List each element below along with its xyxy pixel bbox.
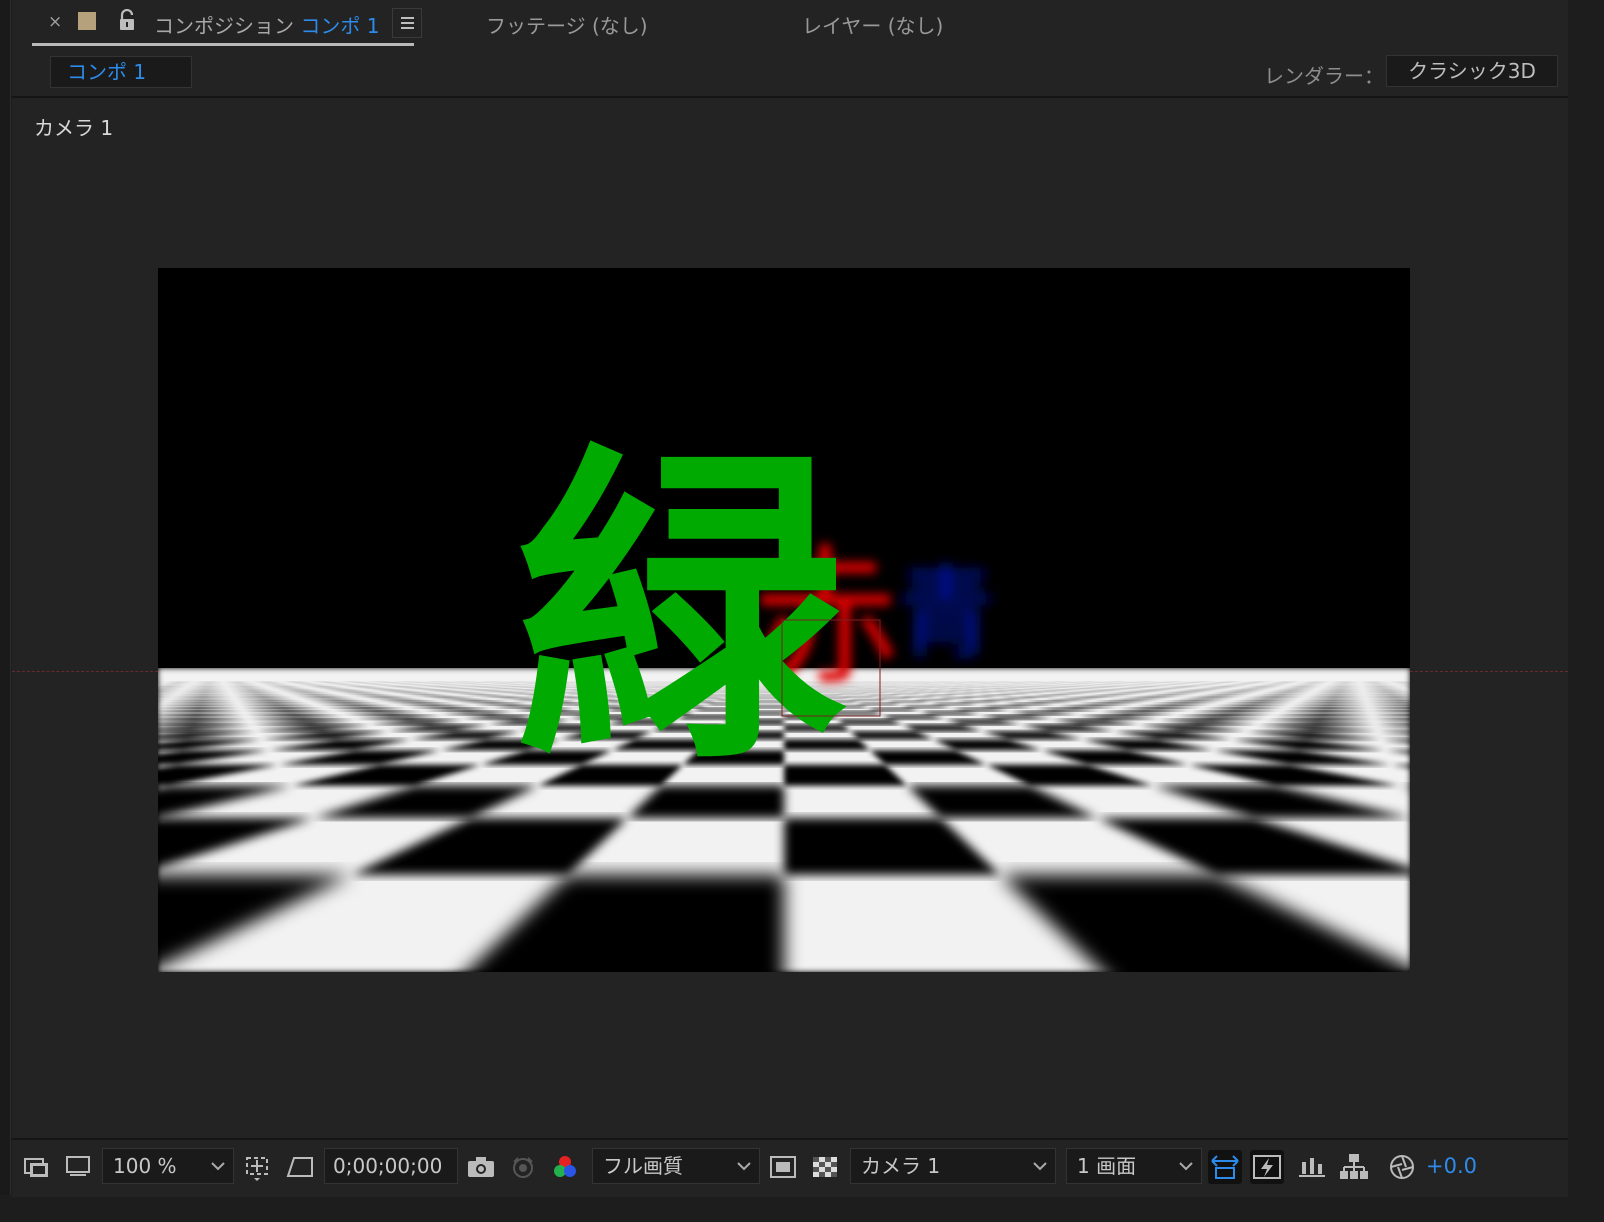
view-layout-select[interactable]: 1 画面 — [1066, 1148, 1202, 1184]
tab-title-prefix: コンポジション — [154, 14, 294, 38]
label-color-swatch[interactable] — [78, 12, 96, 30]
always-preview-icon[interactable] — [22, 1150, 50, 1184]
horizon-guide-right — [1410, 671, 1568, 672]
viewer-toolbar: 100 % 0;00;00;00 フル画質 カメラ 1 1 画面 +0.0 — [12, 1138, 1568, 1197]
comp-navigator-bar: コンポ 1 レンダラー： クラシック3D — [12, 46, 1568, 98]
mask-path-icon[interactable] — [284, 1150, 316, 1184]
current-time-field[interactable]: 0;00;00;00 — [324, 1148, 458, 1184]
timeline-icon[interactable] — [1296, 1150, 1328, 1184]
scene-text-green: 緑 — [516, 420, 851, 804]
3d-view-value: カメラ 1 — [861, 1154, 941, 1178]
panel-menu-icon[interactable] — [392, 8, 422, 38]
3d-view-select[interactable]: カメラ 1 — [850, 1148, 1056, 1184]
tab-comp-name: コンポ 1 — [300, 14, 380, 38]
monitor-icon[interactable] — [64, 1150, 92, 1184]
panel-tab-bar: × コンポジション コンポ 1 フッテージ (なし) レイヤー (なし) — [12, 0, 1568, 46]
fast-previews-icon[interactable] — [1250, 1150, 1284, 1184]
chevron-down-icon — [211, 1149, 225, 1183]
breadcrumb-comp[interactable]: コンポ 1 — [50, 56, 192, 88]
region-of-interest-icon[interactable] — [768, 1150, 798, 1184]
horizon-guide-left — [12, 671, 158, 672]
chevron-down-icon — [737, 1149, 751, 1183]
flowchart-icon[interactable] — [1338, 1150, 1370, 1184]
renderer-select[interactable]: クラシック3D — [1386, 55, 1558, 87]
snapshot-camera-icon[interactable] — [466, 1150, 496, 1184]
tab-layer[interactable]: レイヤー (なし) — [802, 10, 943, 39]
timecode-value: 0;00;00;00 — [333, 1154, 443, 1178]
transparency-grid-icon[interactable] — [810, 1150, 840, 1184]
renderer-label: レンダラー： — [1264, 64, 1384, 88]
channel-rgb-icon[interactable] — [550, 1150, 580, 1184]
zoom-select[interactable]: 100 % — [102, 1148, 234, 1184]
view-layout-value: 1 画面 — [1077, 1154, 1137, 1178]
exposure-value[interactable]: +0.0 — [1426, 1154, 1477, 1178]
zoom-value: 100 % — [113, 1154, 177, 1178]
active-camera-label: カメラ 1 — [34, 116, 114, 140]
tab-footage[interactable]: フッテージ (なし) — [486, 10, 648, 39]
resolution-value: フル画質 — [603, 1154, 683, 1178]
lock-icon[interactable] — [118, 8, 136, 35]
show-snapshot-icon[interactable] — [508, 1150, 538, 1184]
left-gutter — [0, 0, 11, 1195]
chevron-down-icon — [1179, 1149, 1193, 1183]
resolution-select[interactable]: フル画質 — [592, 1148, 760, 1184]
reset-exposure-icon[interactable] — [1386, 1150, 1418, 1184]
tab-composition[interactable]: × コンポジション コンポ 1 — [30, 0, 416, 46]
toggle-pixel-aspect-icon[interactable] — [1208, 1150, 1242, 1184]
composition-panel: × コンポジション コンポ 1 フッテージ (なし) レイヤー (なし) コンポ… — [12, 0, 1568, 1197]
close-icon[interactable]: × — [48, 12, 62, 32]
scene-text-blue: 青 — [896, 555, 996, 672]
fit-region-icon[interactable] — [242, 1150, 274, 1184]
chevron-down-icon — [1033, 1149, 1047, 1183]
tab-title: コンポジション コンポ 1 — [154, 10, 379, 39]
comp-canvas[interactable]: 赤 青 緑 — [158, 268, 1410, 972]
composition-viewer[interactable]: カメラ 1 赤 青 緑 — [12, 98, 1568, 1138]
scene-render: 赤 青 緑 — [158, 268, 1410, 972]
